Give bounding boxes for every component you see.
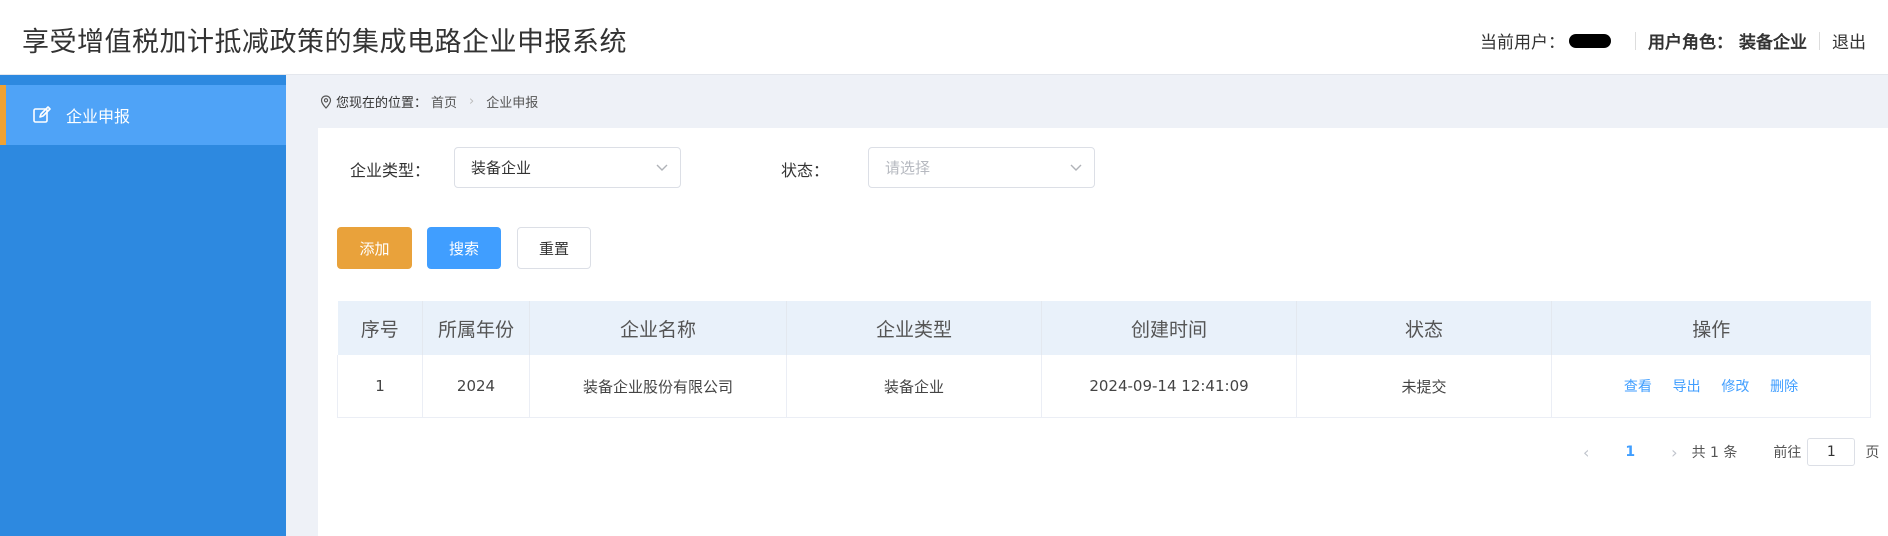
table-row: 1 2024 装备企业股份有限公司 装备企业 2024-09-14 12:41:…: [337, 355, 1871, 418]
cell-index: 1: [337, 355, 423, 418]
divider: [1819, 31, 1820, 50]
status-placeholder: 请选择: [885, 159, 931, 177]
cell-name: 装备企业股份有限公司: [529, 355, 787, 418]
next-page-icon[interactable]: ›: [1671, 443, 1677, 462]
sidebar-item-enterprise-declaration[interactable]: 企业申报: [0, 85, 286, 145]
top-header: 享受增值税加计抵减政策的集成电路企业申报系统 当前用户： 用户角色： 装备企业 …: [0, 0, 1888, 75]
role-value: 装备企业: [1739, 33, 1807, 53]
page-suffix: 页: [1865, 445, 1880, 461]
chevron-down-icon: [656, 164, 668, 171]
edit-icon: [33, 106, 51, 123]
logout-link[interactable]: 退出: [1832, 28, 1866, 53]
sidebar: 企业申报: [0, 75, 286, 536]
status-label: 状态：: [781, 161, 830, 180]
divider: [1635, 31, 1636, 50]
reset-button[interactable]: 重置: [517, 227, 591, 269]
sidebar-item-label: 企业申报: [66, 107, 131, 126]
delete-link[interactable]: 删除: [1770, 379, 1798, 395]
location-pin-icon: [320, 94, 332, 109]
user-info: 当前用户： 用户角色： 装备企业 退出: [1480, 28, 1866, 53]
pagination: ‹ 1 › 共 1 条 前往 页: [1583, 437, 1879, 467]
breadcrumb-prefix: 您现在的位置：: [336, 96, 428, 111]
breadcrumb-separator-icon: ›: [469, 94, 475, 109]
add-button[interactable]: 添加: [337, 227, 412, 269]
column-header-index: 序号: [337, 301, 423, 355]
declaration-table: 序号 所属年份 企业名称 企业类型 创建时间 状态 操作 1 2024 装备企业…: [337, 301, 1871, 418]
enterprise-type-select[interactable]: 装备企业: [454, 147, 681, 188]
breadcrumb-current: 企业申报: [486, 96, 539, 111]
cell-actions: 查看 导出 修改 删除: [1551, 355, 1871, 418]
enterprise-type-value: 装备企业: [471, 159, 532, 177]
view-link[interactable]: 查看: [1624, 379, 1652, 395]
column-header-year: 所属年份: [422, 301, 530, 355]
edit-link[interactable]: 修改: [1721, 379, 1749, 395]
cell-created: 2024-09-14 12:41:09: [1041, 355, 1297, 418]
cell-status: 未提交: [1296, 355, 1552, 418]
role-label: 用户角色：: [1648, 33, 1733, 53]
column-header-name: 企业名称: [529, 301, 787, 355]
column-header-actions: 操作: [1551, 301, 1871, 355]
table-header-row: 序号 所属年份 企业名称 企业类型 创建时间 状态 操作: [337, 301, 1871, 355]
cell-year: 2024: [422, 355, 530, 418]
breadcrumb: 您现在的位置： 首页 › 企业申报: [320, 92, 538, 111]
page-number[interactable]: 1: [1625, 444, 1635, 460]
app-title: 享受增值税加计抵减政策的集成电路企业申报系统: [22, 27, 627, 58]
column-header-type: 企业类型: [786, 301, 1042, 355]
column-header-status: 状态: [1296, 301, 1552, 355]
chevron-down-icon: [1070, 164, 1082, 171]
prev-page-icon[interactable]: ‹: [1583, 443, 1589, 462]
cell-type: 装备企业: [786, 355, 1042, 418]
redacted-username: [1569, 33, 1611, 48]
column-header-created: 创建时间: [1041, 301, 1297, 355]
enterprise-type-label: 企业类型：: [350, 161, 431, 180]
export-link[interactable]: 导出: [1673, 379, 1701, 395]
current-user-label: 当前用户：: [1480, 33, 1565, 53]
search-button[interactable]: 搜索: [427, 227, 501, 269]
goto-label: 前往: [1773, 445, 1802, 461]
goto-page-input[interactable]: [1807, 438, 1856, 466]
total-count: 共 1 条: [1691, 445, 1738, 461]
breadcrumb-home-link[interactable]: 首页: [431, 92, 457, 111]
status-select[interactable]: 请选择: [868, 147, 1095, 188]
